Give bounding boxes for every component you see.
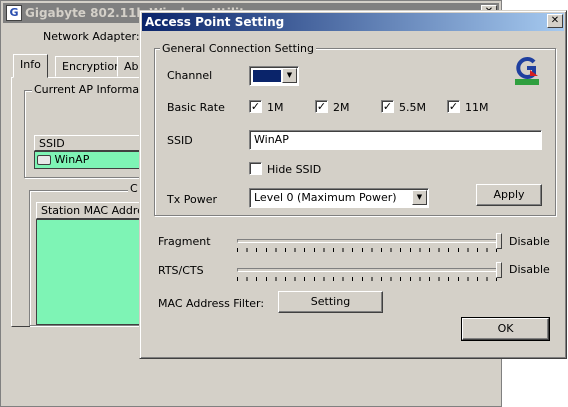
mac-filter-setting-button[interactable]: Setting [278,291,383,313]
rate-5-5m-label: 5.5M [399,101,426,114]
rate-2m-checkbox[interactable]: ✓ [315,100,328,113]
dialog-close-button[interactable]: ✕ [547,14,563,28]
ssid-label: SSID [167,134,193,147]
rts-cts-status: Disable [509,263,550,276]
rts-cts-slider[interactable] [237,262,502,282]
dialog-title: Access Point Setting [145,15,285,29]
ssid-input[interactable]: WinAP [249,130,542,150]
rate-1m-checkbox[interactable]: ✓ [249,100,262,113]
connection-group-label: C [128,182,140,195]
mac-filter-label: MAC Address Filter: [158,297,265,310]
fragment-label: Fragment [158,235,211,248]
tx-power-label: Tx Power [167,193,217,206]
rate-5-5m-checkbox[interactable]: ✓ [381,100,394,113]
chevron-down-icon[interactable]: ▼ [282,68,297,83]
apply-button[interactable]: Apply [476,184,542,206]
ap-list-ssid: WinAP [54,153,90,166]
general-connection-group-label: General Connection Setting [160,42,316,55]
tx-power-dropdown[interactable]: Level 0 (Maximum Power) ▼ [249,188,429,208]
slider-ticks [237,277,502,281]
list-item[interactable]: WinAP [37,153,89,166]
dialog-titlebar[interactable]: Access Point Setting [142,13,564,31]
slider-track [237,239,502,243]
channel-selected-value [253,70,281,82]
slider-track [237,268,502,272]
rate-11m-checkbox[interactable]: ✓ [447,100,460,113]
basic-rate-label: Basic Rate [167,101,225,114]
ok-button[interactable]: OK [461,317,550,341]
rts-cts-slider-thumb[interactable] [496,262,502,278]
access-point-setting-dialog: Access Point Setting ✕ General Connectio… [139,10,567,359]
rate-1m-label: 1M [267,101,284,114]
fragment-slider[interactable] [237,233,502,253]
tab-info[interactable]: Info [13,54,48,78]
hide-ssid-label: Hide SSID [267,163,322,176]
rate-2m-label: 2M [333,101,350,114]
rts-cts-label: RTS/CTS [158,264,204,277]
hide-ssid-checkbox[interactable] [249,162,262,175]
fragment-status: Disable [509,235,550,248]
rate-11m-label: 11M [465,101,489,114]
slider-ticks [237,248,502,252]
fragment-slider-thumb[interactable] [496,233,502,249]
app-logo-icon: G [6,5,22,21]
access-point-icon [37,155,51,165]
gigabyte-logo-icon [515,57,539,85]
channel-label: Channel [167,69,213,82]
chevron-down-icon[interactable]: ▼ [412,190,427,205]
tx-power-selected-value: Level 0 (Maximum Power) [254,191,397,204]
channel-dropdown[interactable]: ▼ [249,66,299,86]
network-adapter-label: Network Adapter: [43,30,140,43]
